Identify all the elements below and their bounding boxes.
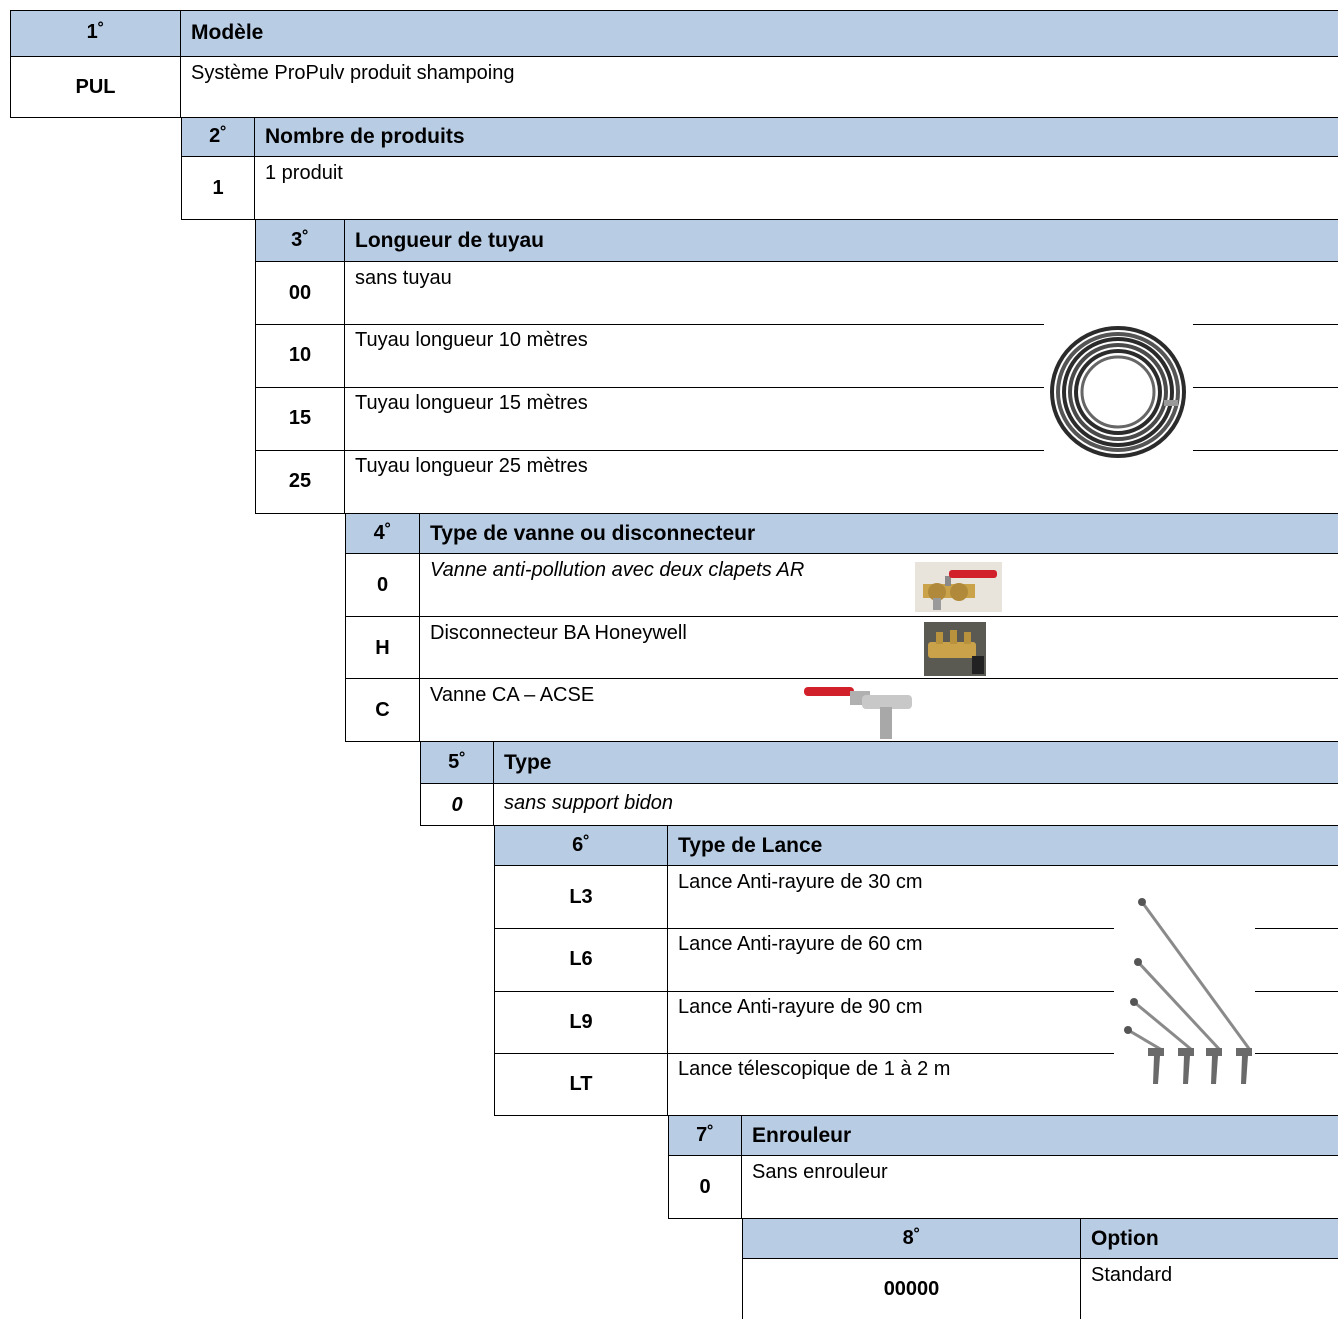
section-6-number: 6˚ xyxy=(494,826,668,866)
option-code: H xyxy=(345,617,420,679)
section-7-header: 7˚ Enrouleur xyxy=(668,1115,1338,1156)
option-description: Vanne anti-pollution avec deux clapets A… xyxy=(430,559,805,581)
lances-photo xyxy=(1124,898,1252,1084)
option-row: 1 1 produit xyxy=(181,156,1338,220)
option-row: 00 sans tuyau xyxy=(255,261,1338,325)
section-2-title: Nombre de produits xyxy=(265,125,465,148)
option-code: C xyxy=(345,679,420,742)
section-3-header: 3˚ Longueur de tuyau xyxy=(255,219,1338,262)
option-code: L6 xyxy=(494,928,668,991)
section-7-title: Enrouleur xyxy=(752,1124,852,1147)
section-8-header: 8˚ Option xyxy=(742,1218,1338,1259)
option-code: L9 xyxy=(494,991,668,1053)
option-description: Standard xyxy=(1091,1264,1173,1286)
option-code: L3 xyxy=(494,866,668,929)
option-code: 00000 xyxy=(742,1259,1081,1319)
option-row: 0 Sans enrouleur xyxy=(668,1155,1338,1219)
option-description: Disconnecteur BA Honeywell xyxy=(430,622,687,644)
section-4-header: 4˚ Type de vanne ou disconnecteur xyxy=(345,513,1338,554)
section-1-number: 1˚ xyxy=(10,11,181,57)
section-5-header: 5˚ Type xyxy=(420,741,1338,784)
section-4-title: Type de vanne ou disconnecteur xyxy=(430,522,756,545)
option-code: 0 xyxy=(345,554,420,617)
section-1-title: Modèle xyxy=(191,21,264,44)
section-5-number: 5˚ xyxy=(420,742,494,784)
section-8-number: 8˚ xyxy=(742,1219,1081,1259)
section-5-title: Type xyxy=(504,751,552,774)
option-description: 1 produit xyxy=(265,162,343,184)
section-8-title: Option xyxy=(1091,1227,1159,1250)
section-6-header: 6˚ Type de Lance xyxy=(494,825,1338,866)
section-2-header: 2˚ Nombre de produits xyxy=(181,117,1338,157)
ca-valve-photo xyxy=(804,687,912,739)
option-row: 0 Vanne anti-pollution avec deux clapets… xyxy=(345,553,1338,617)
disconnector-photo xyxy=(924,622,986,676)
section-6-title: Type de Lance xyxy=(678,834,823,857)
section-4-number: 4˚ xyxy=(345,514,420,554)
section-7-number: 7˚ xyxy=(668,1116,742,1156)
option-code: PUL xyxy=(10,57,181,118)
option-code: 1 xyxy=(181,157,255,220)
option-code: 15 xyxy=(255,387,345,450)
option-description: Système ProPulv produit shampoing xyxy=(191,62,515,84)
section-3-title: Longueur de tuyau xyxy=(355,229,544,252)
option-code: 00 xyxy=(255,262,345,325)
option-code: 0 xyxy=(420,784,494,826)
option-description: Sans enrouleur xyxy=(752,1161,888,1183)
option-row: 0 sans support bidon xyxy=(420,783,1338,826)
section-1-header: 1˚ Modèle xyxy=(10,10,1338,57)
option-description: sans support bidon xyxy=(504,792,674,814)
option-code: 25 xyxy=(255,450,345,513)
option-description: sans tuyau xyxy=(355,267,452,289)
option-row: 00000 Standard xyxy=(742,1258,1338,1319)
section-3-number: 3˚ xyxy=(255,220,345,262)
option-row: H Disconnecteur BA Honeywell xyxy=(345,616,1338,679)
hose-coil-photo xyxy=(1050,326,1186,458)
option-code: 10 xyxy=(255,324,345,387)
option-code: 0 xyxy=(668,1156,742,1219)
anti-pollution-valve-photo xyxy=(915,562,1002,612)
section-2-number: 2˚ xyxy=(181,118,255,157)
option-row: PUL Système ProPulv produit shampoing xyxy=(10,56,1338,118)
option-code: LT xyxy=(494,1053,668,1115)
